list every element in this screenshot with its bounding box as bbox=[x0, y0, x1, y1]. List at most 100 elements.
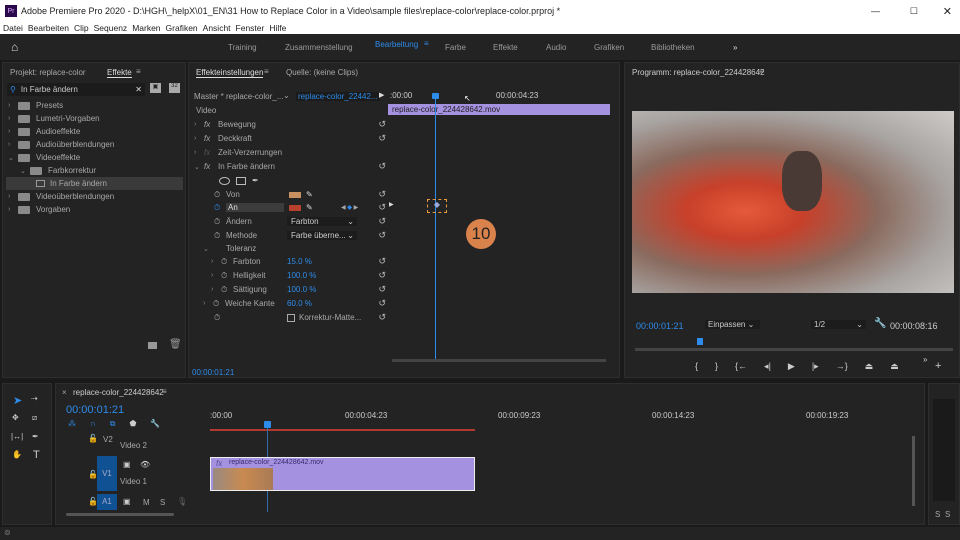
go-to-in-icon[interactable]: {← bbox=[735, 361, 747, 372]
playhead-timecode[interactable]: 00:00:01:21 bbox=[636, 321, 684, 331]
menu-sequenz[interactable]: Sequenz bbox=[94, 23, 128, 33]
matte-checkbox[interactable] bbox=[287, 313, 295, 322]
32bit-effects-icon[interactable]: 32 bbox=[169, 83, 180, 93]
maximize-button[interactable]: ☐ bbox=[910, 6, 918, 17]
video-preview[interactable] bbox=[632, 111, 954, 293]
lock-icon[interactable]: 🔓 bbox=[88, 470, 98, 479]
close-button[interactable]: ✕ bbox=[943, 5, 952, 18]
extract-icon[interactable]: ⏏ bbox=[890, 361, 899, 372]
minimize-button[interactable]: — bbox=[871, 6, 880, 16]
effect-timeline[interactable]: :00:00 00:00:04:23 replace-color_2244286… bbox=[388, 88, 610, 362]
solo-button[interactable]: S bbox=[160, 498, 165, 507]
ripple-edit-tool-icon[interactable]: ✥ bbox=[12, 413, 19, 422]
menu-bearbeiten[interactable]: Bearbeiten bbox=[28, 23, 69, 33]
timeline-settings-icon[interactable]: 🔧 bbox=[150, 419, 160, 429]
panel-menu-icon[interactable]: ≡ bbox=[759, 67, 764, 76]
workspace-bibliotheken[interactable]: Bibliotheken bbox=[651, 43, 695, 52]
mic-icon[interactable]: 🎙 bbox=[177, 497, 187, 506]
von-color-swatch[interactable] bbox=[289, 191, 301, 198]
tree-item-in-farbe-aendern[interactable]: In Farbe ändern bbox=[6, 177, 183, 190]
menu-ansicht[interactable]: Ansicht bbox=[203, 23, 231, 33]
razor-tool-icon[interactable]: ⧄ bbox=[32, 413, 37, 423]
workspace-bearbeitung[interactable]: Bearbeitung bbox=[375, 40, 418, 49]
farbton-value[interactable]: 15.0 % bbox=[287, 257, 312, 266]
track-v1-target[interactable]: V1 bbox=[97, 456, 117, 491]
ellipse-mask-icon[interactable] bbox=[219, 176, 230, 185]
keyframe[interactable]: ◆ bbox=[427, 199, 447, 213]
workspace-zusammenstellung[interactable]: Zusammenstellung bbox=[285, 43, 353, 52]
lift-icon[interactable]: ⏏ bbox=[865, 361, 874, 372]
effect-in-farbe-aendern[interactable]: ⌄ fx In Farbe ändern ↺ bbox=[194, 160, 386, 173]
panel-menu-icon[interactable]: ≡ bbox=[136, 67, 141, 76]
more-controls-icon[interactable]: » bbox=[923, 355, 927, 364]
type-tool-icon[interactable]: T bbox=[33, 449, 40, 461]
track-select-tool-icon[interactable]: ⇢ bbox=[31, 394, 38, 403]
selection-tool-icon[interactable]: ➤ bbox=[13, 394, 22, 407]
sync-lock-icon[interactable]: ▣ bbox=[123, 497, 131, 506]
background-tasks-icon[interactable]: ⊚ bbox=[4, 528, 11, 537]
eyedropper-icon[interactable]: ✎ bbox=[306, 203, 313, 212]
new-bin-icon[interactable] bbox=[148, 342, 157, 349]
wrench-icon[interactable]: 🔧 bbox=[874, 318, 886, 329]
tree-item-farbkorrektur[interactable]: ⌄ Farbkorrektur bbox=[20, 164, 96, 177]
more-workspaces-icon[interactable]: » bbox=[733, 43, 737, 52]
horizontal-zoom-scrollbar[interactable] bbox=[66, 513, 174, 516]
sync-lock-icon[interactable]: ▣ bbox=[123, 460, 131, 469]
clip-dropdown-icon[interactable]: ⌄ bbox=[283, 91, 290, 100]
tree-item-audioueberblendungen[interactable]: › Audioüberblendungen bbox=[8, 138, 114, 151]
tab-project[interactable]: Projekt: replace-color bbox=[10, 68, 86, 77]
saettigung-value[interactable]: 100.0 % bbox=[287, 285, 316, 294]
mark-in-icon[interactable]: { bbox=[695, 361, 698, 372]
snap-icon[interactable]: ∩ bbox=[90, 419, 96, 429]
eye-icon[interactable]: 👁 bbox=[140, 460, 150, 469]
search-input[interactable]: ⚲ In Farbe ändern ✕ bbox=[7, 83, 145, 96]
timeline-clip[interactable]: fx replace-color_224428642.mov bbox=[210, 457, 475, 491]
solo-right-button[interactable]: S bbox=[945, 510, 950, 519]
slip-tool-icon[interactable]: |↔| bbox=[11, 432, 23, 441]
sequence-tab[interactable]: replace-color_224428642 bbox=[73, 388, 164, 397]
program-scrubber[interactable] bbox=[635, 348, 953, 351]
step-back-icon[interactable]: ◂| bbox=[764, 361, 771, 372]
menu-hilfe[interactable]: Hilfe bbox=[269, 23, 286, 33]
play-icon[interactable]: ▶ bbox=[788, 361, 795, 372]
lock-icon[interactable]: 🔓 bbox=[88, 497, 98, 506]
time-ruler[interactable]: :00:00 00:00:04:23 00:00:09:23 00:00:14:… bbox=[210, 408, 920, 432]
tab-effect-controls[interactable]: Effekteinstellungen bbox=[196, 68, 264, 78]
clear-search-icon[interactable]: ✕ bbox=[135, 85, 142, 94]
home-icon[interactable]: ⌂ bbox=[11, 40, 18, 54]
an-color-swatch[interactable] bbox=[289, 204, 301, 211]
tab-effects[interactable]: Effekte bbox=[107, 68, 132, 78]
accelerated-effects-icon[interactable]: ▣ bbox=[150, 83, 161, 93]
workspace-effekte[interactable]: Effekte bbox=[493, 43, 518, 52]
vertical-scrollbar[interactable] bbox=[912, 436, 915, 506]
program-playhead[interactable] bbox=[697, 338, 703, 345]
weiche-kante-value[interactable]: 60.0 % bbox=[287, 299, 312, 308]
workspace-training[interactable]: Training bbox=[228, 43, 257, 52]
solo-left-button[interactable]: S bbox=[935, 510, 940, 519]
delete-icon[interactable]: 🗑 bbox=[169, 339, 182, 350]
workspace-menu-icon[interactable]: ≡ bbox=[424, 39, 429, 48]
tree-item-videoueberblendungen[interactable]: › Videoüberblendungen bbox=[8, 190, 114, 203]
zoom-scrollbar[interactable] bbox=[392, 359, 606, 362]
go-to-out-icon[interactable]: →} bbox=[836, 361, 848, 372]
tree-item-videoeffekte[interactable]: ⌄ Videoeffekte bbox=[8, 151, 80, 164]
playhead[interactable] bbox=[435, 94, 436, 359]
effect-deckkraft[interactable]: › fx Deckkraft ↺ bbox=[194, 132, 386, 145]
show-timeline-icon[interactable]: ▶ bbox=[379, 91, 384, 99]
eyedropper-icon[interactable]: ✎ bbox=[306, 190, 313, 199]
tree-item-lumetri[interactable]: › Lumetri-Vorgaben bbox=[8, 112, 100, 125]
workspace-audio[interactable]: Audio bbox=[546, 43, 566, 52]
tab-source[interactable]: Quelle: (keine Clips) bbox=[286, 68, 358, 77]
hand-tool-icon[interactable]: ✋ bbox=[12, 450, 22, 459]
tree-item-vorgaben[interactable]: › Vorgaben bbox=[8, 203, 70, 216]
effect-bewegung[interactable]: › fx Bewegung ↺ bbox=[194, 118, 386, 131]
effect-zeit-verzerrungen[interactable]: › fx Zeit-Verzerrungen bbox=[194, 146, 386, 159]
methode-dropdown[interactable]: Farbe überne... ⌄ bbox=[287, 231, 357, 240]
menu-grafiken[interactable]: Grafiken bbox=[166, 23, 198, 33]
mark-out-icon[interactable]: } bbox=[715, 361, 718, 372]
step-forward-icon[interactable]: |▸ bbox=[812, 361, 819, 372]
effect-timecode[interactable]: 00:00:01:21 bbox=[192, 368, 234, 377]
track-v2-label[interactable]: V2 bbox=[103, 435, 113, 444]
workspace-farbe[interactable]: Farbe bbox=[445, 43, 466, 52]
menu-clip[interactable]: Clip bbox=[74, 23, 89, 33]
